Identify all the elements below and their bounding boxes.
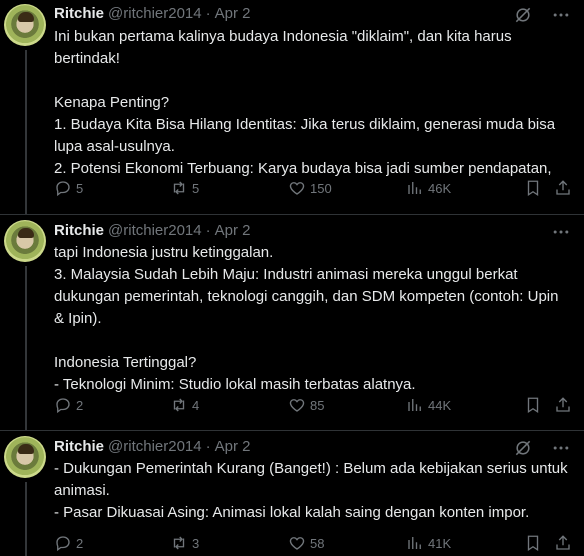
like-count: 85 (310, 397, 325, 413)
grok-icon[interactable] (512, 4, 534, 26)
views-button[interactable]: 44K (406, 395, 451, 415)
author-handle[interactable]: @ritchier2014 (108, 222, 202, 239)
reply-icon (56, 181, 70, 197)
tweet-header: Ritchie @ritchier2014 · Apr 2 (54, 4, 584, 24)
bookmark-icon (527, 180, 539, 197)
views-icon (408, 537, 421, 549)
share-icon (556, 397, 570, 412)
author-name[interactable]: Ritchie (54, 438, 104, 455)
share-icon (556, 535, 570, 550)
thread-line (25, 266, 27, 430)
bookmark-button[interactable] (524, 395, 546, 415)
repost-icon (173, 398, 185, 412)
share-button[interactable] (554, 533, 576, 553)
more-icon[interactable] (550, 221, 572, 243)
author-handle[interactable]: @ritchier2014 (108, 5, 202, 22)
like-button[interactable]: 58 (288, 533, 324, 553)
avatar[interactable] (4, 436, 46, 478)
repost-count: 4 (192, 397, 200, 413)
views-count: 44K (428, 397, 452, 413)
tweet-date[interactable]: Apr 2 (215, 438, 251, 455)
share-icon (556, 180, 570, 195)
bookmark-icon (527, 535, 539, 552)
bookmark-icon (527, 397, 539, 414)
more-icon[interactable] (550, 437, 572, 459)
more-icon[interactable] (550, 4, 572, 26)
tweet-actions: 5 5 150 46K (54, 178, 584, 198)
tweet-top-actions (512, 437, 572, 459)
views-icon (408, 182, 421, 194)
avatar[interactable] (4, 4, 46, 46)
like-count: 58 (310, 535, 325, 551)
reply-count: 2 (76, 535, 84, 551)
tweet[interactable]: Ritchie @ritchier2014 · Apr 2 tapi Indonesi… (0, 215, 584, 430)
separator-dot: · (205, 5, 211, 22)
like-count: 150 (310, 180, 332, 196)
tweet-top-actions (550, 221, 572, 243)
tweet-top-actions (512, 4, 572, 26)
tweet-header: Ritchie @ritchier2014 · Apr 2 (54, 437, 584, 457)
reply-count: 5 (76, 180, 84, 196)
tweet-text: tapi Indonesia justru ketinggalan. 3. Ma… (54, 244, 559, 393)
tweet-date[interactable]: Apr 2 (215, 222, 251, 239)
author-name[interactable]: Ritchie (54, 5, 104, 22)
bookmark-button[interactable] (524, 533, 546, 553)
author-handle[interactable]: @ritchier2014 (108, 438, 202, 455)
tweet-actions: 2 4 85 44K (54, 395, 584, 415)
tweet[interactable]: Ritchie @ritchier2014 · Apr 2 Ini bukan per… (0, 0, 584, 214)
tweet[interactable]: Ritchie @ritchier2014 · Apr 2 - Dukungan Pe… (0, 431, 584, 556)
views-count: 46K (428, 180, 452, 196)
like-icon (289, 399, 305, 412)
separator-dot: · (205, 438, 211, 455)
views-button[interactable]: 41K (406, 533, 451, 553)
grok-icon[interactable] (512, 437, 534, 459)
author-name[interactable]: Ritchie (54, 222, 104, 239)
repost-count: 3 (192, 535, 200, 551)
views-count: 41K (428, 535, 452, 551)
thread-line (25, 50, 27, 214)
repost-count: 5 (192, 180, 200, 196)
repost-icon (173, 181, 185, 195)
reply-button[interactable]: 2 (54, 395, 83, 415)
repost-button[interactable]: 3 (170, 533, 199, 553)
reply-button[interactable]: 2 (54, 533, 83, 553)
tweet-header: Ritchie @ritchier2014 · Apr 2 (54, 221, 584, 241)
like-button[interactable]: 85 (288, 395, 324, 415)
views-button[interactable]: 46K (406, 178, 451, 198)
repost-button[interactable]: 4 (170, 395, 199, 415)
reply-count: 2 (76, 397, 84, 413)
views-icon (408, 399, 421, 411)
repost-button[interactable]: 5 (170, 178, 199, 198)
separator-dot: · (205, 222, 211, 239)
share-button[interactable] (554, 395, 576, 415)
tweet-actions: 2 3 58 41K (54, 533, 584, 553)
tweet-date[interactable]: Apr 2 (215, 5, 251, 22)
tweet-text: Ini bukan pertama kalinya budaya Indones… (54, 28, 556, 177)
thread-line (25, 482, 27, 556)
reply-button[interactable]: 5 (54, 178, 83, 198)
reply-icon (56, 398, 70, 414)
like-icon (289, 182, 305, 195)
avatar[interactable] (4, 220, 46, 262)
repost-icon (173, 536, 185, 550)
bookmark-button[interactable] (524, 178, 546, 198)
share-button[interactable] (554, 178, 576, 198)
like-button[interactable]: 150 (288, 178, 332, 198)
tweet-text: - Dukungan Pemerintah Kurang (Banget!) :… (54, 460, 568, 521)
reply-icon (56, 536, 70, 552)
like-icon (289, 537, 305, 550)
